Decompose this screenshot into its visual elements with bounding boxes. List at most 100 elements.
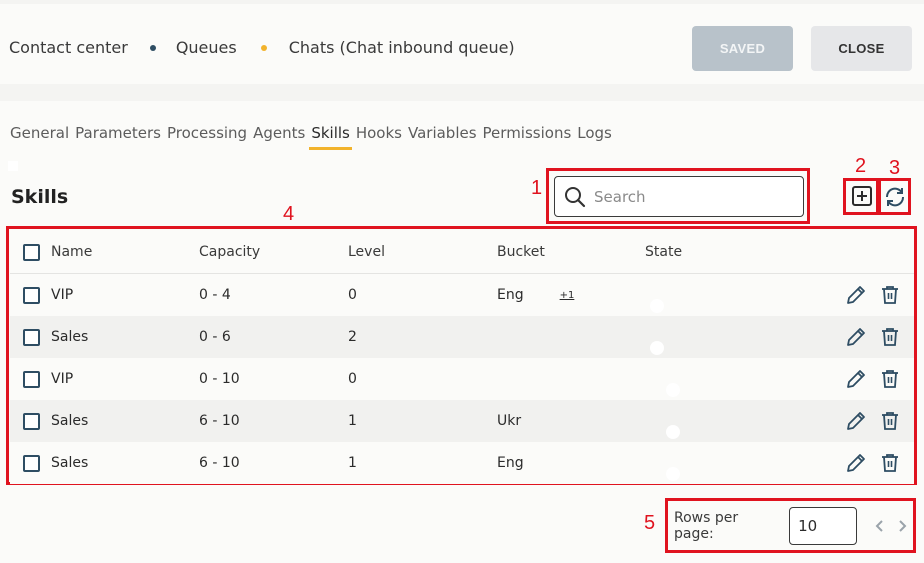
row-checkbox[interactable] [23,370,40,388]
tab-permissions[interactable]: Permissions [483,124,572,150]
refresh-icon [886,187,904,207]
edit-icon [847,370,865,388]
edit-button[interactable] [844,451,868,475]
table-header: Name Capacity Level Bucket State [10,231,914,274]
column-header-name[interactable]: Name [51,244,199,260]
cell-level: 2 [348,329,357,345]
next-page-button[interactable] [893,514,913,538]
breadcrumb-contact-center[interactable]: Contact center [9,38,128,57]
cell-name: Sales [51,455,89,471]
cell-name: Sales [51,413,89,429]
cell-level: 1 [348,455,357,471]
edit-icon [847,412,865,430]
annotation-3: 3 [889,157,901,179]
tab-processing[interactable]: Processing [167,124,247,150]
refresh-button[interactable] [882,184,908,210]
cell-bucket: Eng [497,455,645,471]
bucket-value: Eng [497,455,524,471]
add-skill-button[interactable] [850,184,874,208]
breadcrumb-current: Chats (Chat inbound queue) [288,38,515,57]
annotation-2: 2 [855,155,867,177]
row-actions [834,409,902,433]
table-row[interactable]: VIP 0 - 10 0 [10,358,914,400]
annotation-1: 1 [531,177,543,199]
trash-icon [882,328,898,346]
breadcrumb-separator-dot [149,44,156,51]
delete-button[interactable] [878,409,902,433]
toggle-knob [666,425,680,439]
edit-button[interactable] [844,367,868,391]
tab-parameters[interactable]: Parameters [75,124,161,150]
table-row[interactable]: Sales 6 - 10 1 Ukr [10,400,914,442]
search-input[interactable] [594,187,784,206]
row-actions [834,283,902,307]
tab-variables[interactable]: Variables [408,124,477,150]
rows-per-page-select[interactable]: 10 [789,507,858,545]
trash-icon [882,412,898,430]
row-actions [834,367,902,391]
cell-level: 0 [348,371,357,387]
annotation-4: 4 [283,203,295,225]
search-icon [565,186,586,207]
table-row[interactable]: Sales 0 - 6 2 [10,316,914,358]
bucket-more-link[interactable]: +1 [560,290,575,301]
bucket-value: Eng [497,287,524,303]
trash-icon [882,370,898,388]
breadcrumb-separator-dot [260,44,267,51]
tab-indicator-mark [8,161,18,171]
breadcrumb: Contact center Queues Chats (Chat inboun… [9,38,515,57]
skills-table: Name Capacity Level Bucket State VIP 0 - … [10,231,914,484]
section-title: Skills [11,186,69,208]
row-checkbox[interactable] [23,286,40,304]
toggle-knob [666,467,680,481]
row-actions [834,325,902,349]
delete-button[interactable] [878,283,902,307]
search-box[interactable] [554,176,804,217]
edit-icon [847,286,865,304]
tab-hooks[interactable]: Hooks [356,124,402,150]
prev-page-button[interactable] [869,514,889,538]
delete-button[interactable] [878,451,902,475]
table-row[interactable]: Sales 6 - 10 1 Eng [10,442,914,484]
cell-capacity: 0 - 4 [199,287,231,303]
column-header-capacity[interactable]: Capacity [199,244,348,260]
row-checkbox[interactable] [23,454,40,472]
row-checkbox[interactable] [23,328,40,346]
tab-general[interactable]: General [10,124,69,150]
column-header-level[interactable]: Level [348,244,497,260]
trash-icon [882,286,898,304]
edit-button[interactable] [844,283,868,307]
edit-icon [847,454,865,472]
tab-skills[interactable]: Skills [309,124,352,150]
cell-level: 0 [348,287,357,303]
add-icon [852,186,872,206]
tab-bar: General Parameters Processing Agents Skills H… [10,124,618,150]
saved-button[interactable]: SAVED [692,26,793,71]
toggle-knob [666,383,680,397]
cell-capacity: 0 - 6 [199,329,231,345]
header-bar: Contact center Queues Chats (Chat inboun… [0,4,924,84]
select-all-checkbox[interactable] [23,243,40,261]
toggle-knob [650,299,664,313]
cell-bucket: Ukr [497,413,645,429]
main-content: General Parameters Processing Agents Skills H… [0,101,924,563]
cell-capacity: 6 - 10 [199,413,240,429]
bucket-value: Ukr [497,413,522,429]
annotation-5: 5 [644,512,656,534]
table-row[interactable]: VIP 0 - 4 0 Eng +1 [10,274,914,316]
edit-button[interactable] [844,409,868,433]
row-checkbox[interactable] [23,412,40,430]
tab-logs[interactable]: Logs [577,124,612,150]
column-header-state[interactable]: State [645,244,795,260]
close-button[interactable]: CLOSE [811,26,912,71]
column-header-bucket[interactable]: Bucket [497,244,645,260]
cell-bucket: Eng +1 [497,287,645,303]
chevron-left-icon [875,520,884,532]
edit-button[interactable] [844,325,868,349]
delete-button[interactable] [878,367,902,391]
cell-capacity: 0 - 10 [199,371,240,387]
breadcrumb-queues[interactable]: Queues [176,38,237,57]
delete-button[interactable] [878,325,902,349]
tab-agents[interactable]: Agents [253,124,305,150]
chevron-right-icon [899,520,907,532]
